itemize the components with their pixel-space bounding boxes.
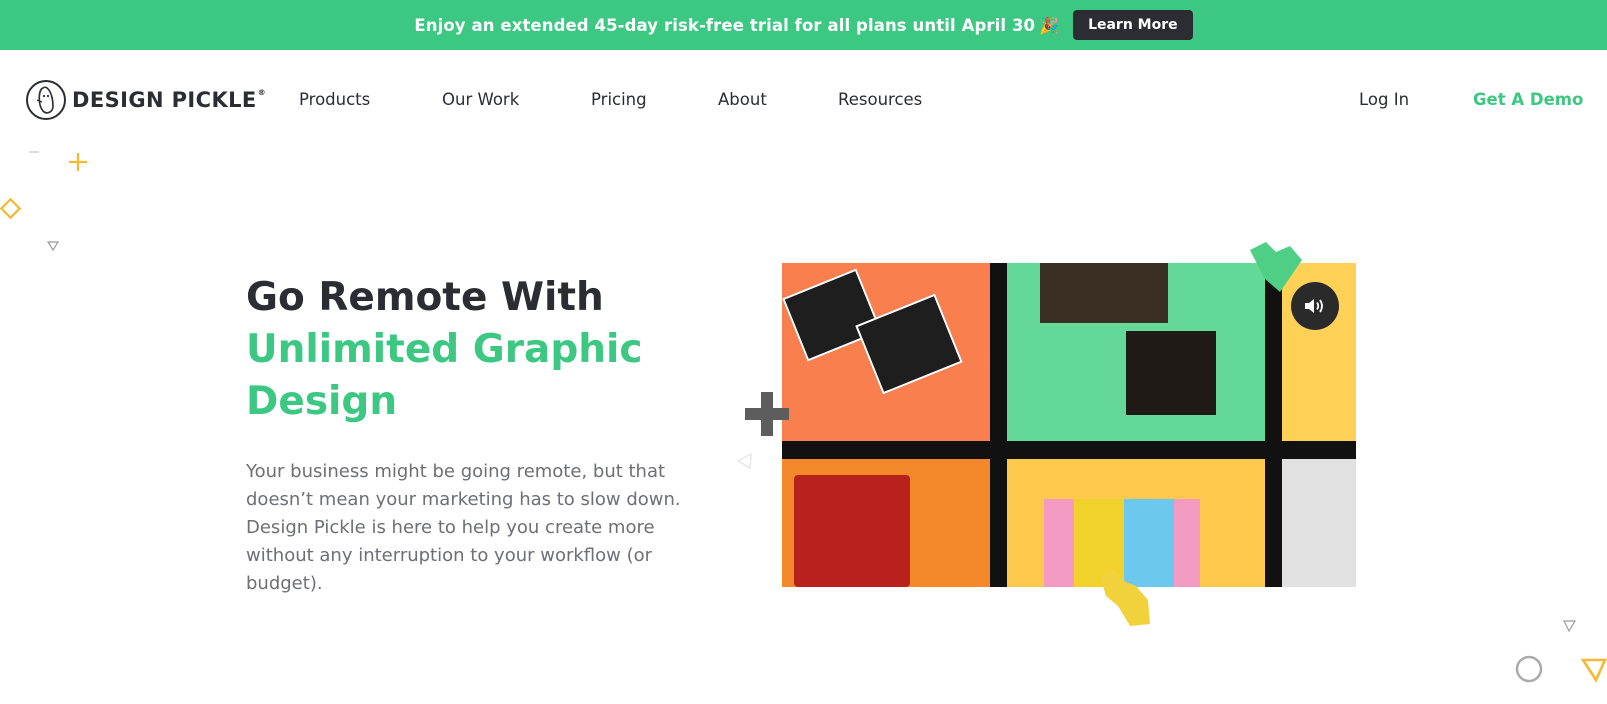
sound-toggle-button[interactable] bbox=[1291, 282, 1339, 330]
nav-about[interactable]: About bbox=[718, 90, 767, 109]
diamond-shape-decoration bbox=[0, 197, 22, 220]
video-flyer bbox=[794, 475, 910, 587]
speaker-volume-icon bbox=[1305, 299, 1323, 313]
plus-block-decoration bbox=[745, 392, 789, 436]
design-pickle-logo[interactable]: DESIGN PICKLE® bbox=[26, 80, 266, 120]
green-block-decoration bbox=[1250, 242, 1302, 292]
triangle-shape-decoration bbox=[47, 241, 59, 252]
hero-title: Go Remote With Unlimited Graphic Design bbox=[246, 272, 726, 428]
log-in-link[interactable]: Log In bbox=[1359, 90, 1409, 109]
video-flyer bbox=[1126, 331, 1216, 415]
video-flyer bbox=[1040, 263, 1168, 323]
get-a-demo-link[interactable]: Get A Demo bbox=[1473, 90, 1583, 109]
brand-name: DESIGN PICKLE® bbox=[72, 88, 267, 112]
video-panel-grey bbox=[1282, 459, 1356, 587]
hero-title-accent: Unlimited Graphic Design bbox=[246, 327, 643, 424]
hero-description: Your business might be going remote, but… bbox=[246, 461, 681, 594]
yellow-block-decoration bbox=[1100, 570, 1150, 626]
site-header: DESIGN PICKLE® Products Our Work Pricing… bbox=[0, 50, 1607, 152]
triangle-shape-decoration bbox=[736, 452, 752, 470]
nav-resources[interactable]: Resources bbox=[838, 90, 922, 109]
party-popper-icon: 🎉 bbox=[1039, 15, 1060, 35]
hero-video[interactable] bbox=[782, 263, 1356, 587]
nav-our-work[interactable]: Our Work bbox=[442, 90, 519, 109]
nav-products[interactable]: Products bbox=[299, 90, 370, 109]
minus-shape-decoration bbox=[29, 151, 39, 153]
plus-shape-decoration bbox=[69, 153, 87, 171]
triangle-shape-decoration bbox=[1563, 620, 1577, 633]
announcement-bar: Enjoy an extended 45-day risk-free trial… bbox=[0, 0, 1607, 50]
triangle-shape-decoration bbox=[1581, 658, 1607, 683]
pickle-logo-icon bbox=[26, 80, 66, 120]
circle-shape-decoration bbox=[1515, 655, 1543, 683]
hero-title-line: Go Remote With bbox=[246, 275, 604, 320]
nav-pricing[interactable]: Pricing bbox=[591, 90, 647, 109]
learn-more-button[interactable]: Learn More bbox=[1073, 10, 1193, 40]
announcement-text: Enjoy an extended 45-day risk-free trial… bbox=[414, 15, 1036, 35]
